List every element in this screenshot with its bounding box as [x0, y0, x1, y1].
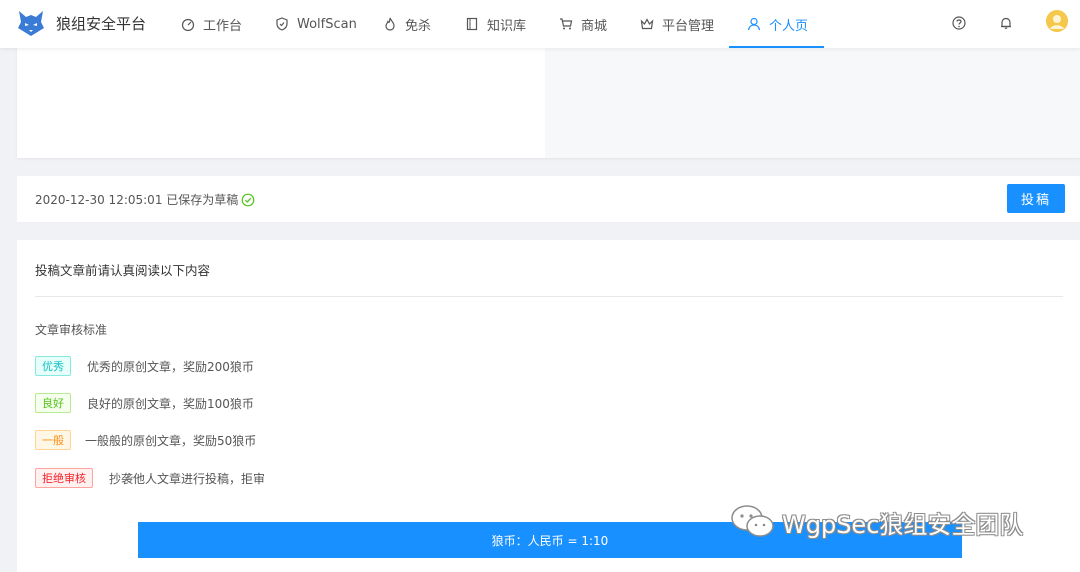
rule-item-rejected: 拒绝审核 抄袭他人文章进行投稿，拒审: [35, 468, 265, 488]
help-button[interactable]: [948, 12, 970, 34]
rule-text: 良好的原创文章，奖励100狼币: [87, 396, 254, 411]
brand-name: 狼组安全平台: [56, 14, 147, 33]
active-tab-indicator: [729, 46, 824, 48]
nav-item-label: 免杀: [405, 18, 432, 34]
tag-good: 良好: [35, 393, 71, 413]
nav-item-label: WolfScan: [297, 16, 357, 32]
rule-item-good: 良好 良好的原创文章，奖励100狼币: [35, 393, 254, 413]
nav-item-platform-admin[interactable]: 平台管理: [640, 0, 714, 48]
watermark: WgpSec狼组安全团队: [730, 504, 1023, 540]
tag-average: 一般: [35, 430, 71, 450]
avatar[interactable]: [1046, 10, 1068, 32]
watermark-text: WgpSec狼组安全团队: [782, 510, 1024, 539]
nav-item-workbench[interactable]: 工作台: [181, 0, 242, 48]
review-standard-label: 文章审核标准: [35, 323, 108, 337]
draft-save-status: 2020-12-30 12:05:01 已保存为草稿: [35, 191, 255, 208]
brand[interactable]: 狼组安全平台: [16, 8, 146, 38]
nav-item-profile[interactable]: 个人页: [747, 0, 808, 48]
nav-item-label: 工作台: [203, 18, 243, 34]
save-bar: 2020-12-30 12:05:01 已保存为草稿 投稿: [17, 176, 1080, 222]
tag-excellent: 优秀: [35, 356, 71, 376]
avatar-image: [1046, 10, 1068, 32]
nav-item-antivirus-bypass[interactable]: 免杀: [383, 0, 431, 48]
crown-icon: [640, 18, 654, 30]
help-icon: [952, 16, 966, 30]
top-nav: 狼组安全平台 工作台 WolfScan 免杀 知识库 商城 平台管理 个人页: [0, 0, 1080, 48]
nav-item-label: 知识库: [487, 18, 527, 34]
nav-item-shop[interactable]: 商城: [559, 0, 607, 48]
user-icon: [747, 17, 761, 31]
rule-item-average: 一般 一般般的原创文章，奖励50狼币: [35, 430, 256, 450]
nav-item-label: 商城: [581, 18, 608, 34]
rule-text: 一般般的原创文章，奖励50狼币: [85, 433, 257, 448]
guidelines-title: 投稿文章前请认真阅读以下内容: [35, 263, 211, 278]
book-icon: [466, 17, 478, 31]
flame-icon: [385, 17, 395, 31]
dashboard-icon: [181, 18, 195, 31]
rule-text: 抄袭他人文章进行投稿，拒审: [109, 471, 266, 486]
cart-icon: [560, 18, 573, 30]
rule-item-excellent: 优秀 优秀的原创文章，奖励200狼币: [35, 356, 254, 376]
nav-item-label: 个人页: [769, 18, 809, 34]
nav-item-knowledge-base[interactable]: 知识库: [465, 0, 526, 48]
draft-save-text: 2020-12-30 12:05:01 已保存为草稿: [35, 193, 239, 207]
tag-rejected: 拒绝审核: [35, 468, 93, 488]
wolf-logo-icon: [18, 11, 44, 36]
nav-item-wolfscan[interactable]: WolfScan: [275, 0, 357, 48]
nav-item-label: 平台管理: [662, 18, 715, 34]
shield-icon: [276, 17, 288, 31]
bell-icon: [1001, 17, 1011, 29]
check-circle-icon: [241, 193, 255, 206]
submit-article-button[interactable]: 投稿: [1007, 184, 1065, 213]
rule-text: 优秀的原创文章，奖励200狼币: [87, 359, 254, 374]
notification-button[interactable]: [995, 12, 1017, 34]
markdown-preview: [545, 48, 1080, 158]
divider: [35, 296, 1063, 297]
wechat-icon: [731, 505, 774, 537]
